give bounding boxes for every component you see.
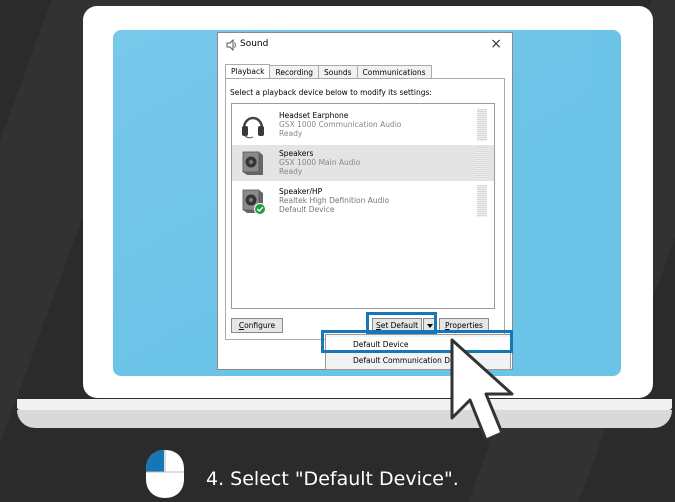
device-status: Ready	[279, 129, 303, 138]
speaker-default-icon	[242, 189, 266, 215]
volume-meter	[477, 109, 487, 141]
device-list: Headset Earphone GSX 1000 Communication …	[231, 103, 495, 309]
laptop-base-bottom	[17, 410, 672, 428]
list-item[interactable]: Headset Earphone GSX 1000 Communication …	[232, 107, 494, 143]
list-item[interactable]: Speaker/HP Realtek High Definition Audio…	[232, 183, 494, 219]
laptop-base	[17, 399, 672, 410]
list-item[interactable]: Speakers GSX 1000 Main Audio Ready	[232, 145, 494, 181]
device-name: Speaker/HP	[279, 187, 323, 196]
close-button[interactable]: ×	[490, 36, 502, 52]
device-status: Default Device	[279, 205, 335, 214]
mouse-left-click-icon	[146, 450, 184, 498]
panel-instruction: Select a playback device below to modify…	[230, 88, 432, 97]
title-bar: Sound ×	[218, 33, 512, 57]
device-status: Ready	[279, 167, 303, 176]
volume-meter	[477, 185, 487, 217]
headset-icon	[242, 116, 264, 139]
cursor-arrow-icon	[450, 338, 514, 442]
device-model: GSX 1000 Communication Audio	[279, 120, 402, 129]
dialog-title: Sound	[240, 39, 269, 49]
volume-meter	[477, 147, 487, 179]
step-instruction: 4. Select "Default Device".	[206, 468, 459, 490]
device-name: Speakers	[279, 149, 314, 158]
speaker-icon	[226, 39, 236, 51]
device-model: Realtek High Definition Audio	[279, 196, 390, 205]
device-model: GSX 1000 Main Audio	[279, 158, 361, 167]
speaker-icon	[242, 151, 263, 175]
sound-dialog: Sound × Playback Recording Sounds Commun…	[217, 32, 513, 370]
configure-button[interactable]: Configure	[231, 318, 283, 333]
device-name: Headset Earphone	[279, 111, 349, 120]
